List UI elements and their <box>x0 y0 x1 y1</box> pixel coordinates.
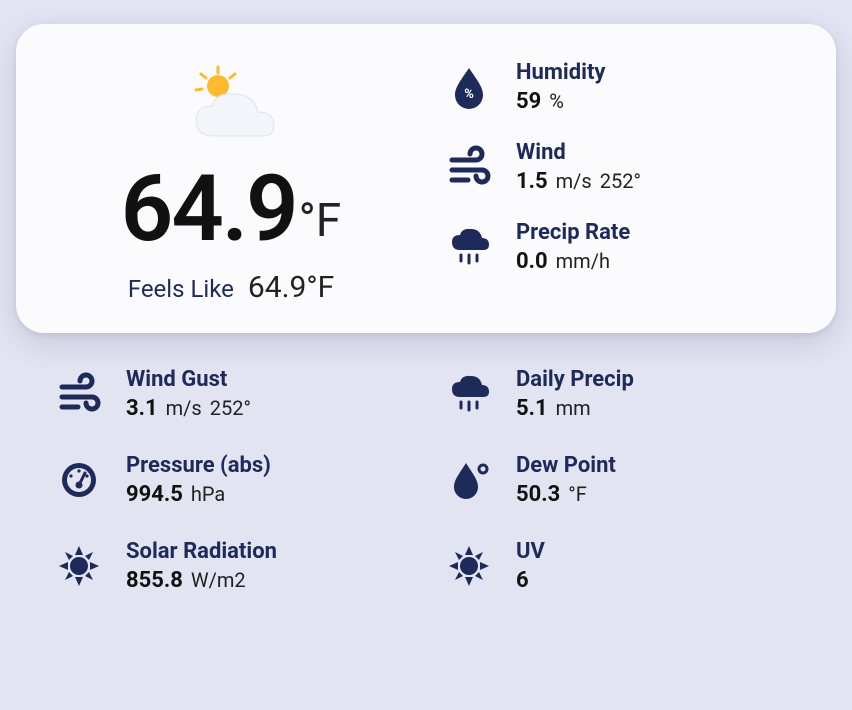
temperature-column: 64.9 °F Feels Like 64.9°F <box>56 54 406 305</box>
dew-point-metric: Dew Point 50.3 °F <box>446 453 796 507</box>
precip-rate-value: 0.0 <box>516 249 548 274</box>
uv-icon <box>446 543 492 589</box>
humidity-value: 59 <box>516 89 541 114</box>
feels-like-value: 64.9°F <box>248 270 334 305</box>
wind-gust-metric: Wind Gust 3.1 m/s 252° <box>56 367 406 421</box>
feels-like-label: Feels Like <box>128 275 234 303</box>
feels-like-row: Feels Like 64.9°F <box>128 270 334 305</box>
temperature-reading: 64.9 °F <box>121 164 341 256</box>
pressure-value: 994.5 <box>126 482 183 507</box>
solar-radiation-metric: Solar Radiation 855.8 W/m2 <box>56 539 406 593</box>
wind-metric: Wind 1.5 m/s 252° <box>446 140 796 194</box>
wind-direction: 252° <box>600 169 641 193</box>
dew-point-value: 50.3 <box>516 482 560 507</box>
daily-precip-metric: Daily Precip 5.1 mm <box>446 367 796 421</box>
dew-point-label: Dew Point <box>516 453 616 478</box>
uv-metric: UV 6 <box>446 539 796 593</box>
humidity-label: Humidity <box>516 60 605 85</box>
wind-gust-direction: 252° <box>210 396 251 420</box>
dew-point-unit: °F <box>568 482 587 506</box>
wind-value: 1.5 <box>516 169 548 194</box>
daily-precip-label: Daily Precip <box>516 367 634 392</box>
wind-unit: m/s <box>556 169 592 193</box>
card-metrics-column: % Humidity 59 % Wind 1.5 m/s 252° <box>446 54 796 305</box>
wind-gust-icon <box>56 371 102 417</box>
pressure-label: Pressure (abs) <box>126 453 271 478</box>
uv-label: UV <box>516 539 545 564</box>
weather-condition-icon <box>176 64 286 154</box>
daily-precip-unit: mm <box>556 396 591 420</box>
wind-gust-value: 3.1 <box>126 396 158 421</box>
precip-rate-label: Precip Rate <box>516 220 630 245</box>
daily-precip-value: 5.1 <box>516 396 548 421</box>
temperature-unit: °F <box>299 198 342 244</box>
uv-value: 6 <box>516 568 529 593</box>
svg-text:%: % <box>464 87 474 102</box>
daily-precip-icon <box>446 371 492 417</box>
current-conditions-card: 64.9 °F Feels Like 64.9°F % Humidity 59 … <box>16 24 836 333</box>
wind-gust-label: Wind Gust <box>126 367 251 392</box>
wind-icon <box>446 144 492 190</box>
dew-point-icon <box>446 457 492 503</box>
humidity-metric: % Humidity 59 % <box>446 60 796 114</box>
precip-rate-unit: mm/h <box>556 249 610 273</box>
solar-radiation-unit: W/m2 <box>191 568 246 592</box>
solar-radiation-value: 855.8 <box>126 568 183 593</box>
pressure-metric: Pressure (abs) 994.5 hPa <box>56 453 406 507</box>
wind-gust-unit: m/s <box>166 396 202 420</box>
humidity-unit: % <box>549 89 564 113</box>
temperature-value: 64.9 <box>121 164 297 256</box>
solar-radiation-label: Solar Radiation <box>126 539 277 564</box>
wind-label: Wind <box>516 140 641 165</box>
solar-icon <box>56 543 102 589</box>
pressure-gauge-icon <box>56 457 102 503</box>
precip-rate-metric: Precip Rate 0.0 mm/h <box>446 220 796 274</box>
rain-icon <box>446 224 492 270</box>
humidity-icon: % <box>446 64 492 110</box>
secondary-metrics-grid: Wind Gust 3.1 m/s 252° Daily Precip 5.1 … <box>16 333 836 593</box>
pressure-unit: hPa <box>191 482 225 506</box>
